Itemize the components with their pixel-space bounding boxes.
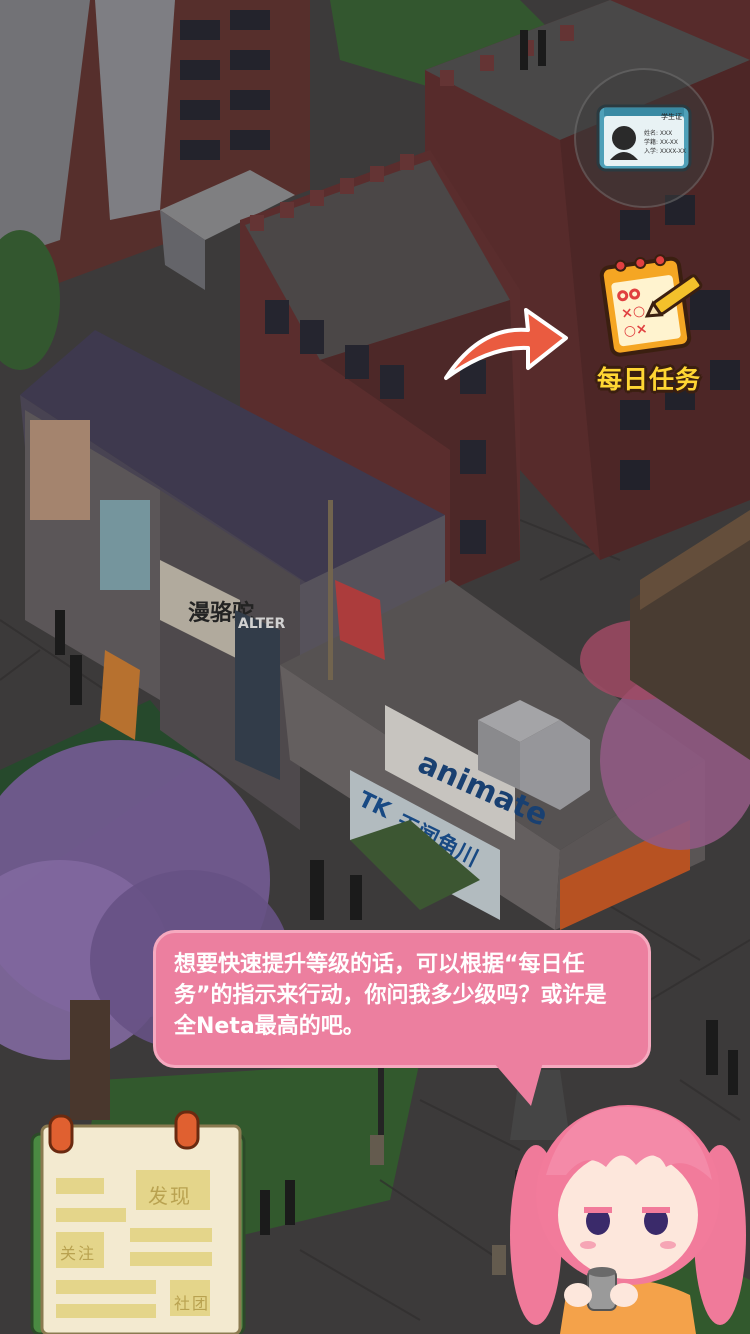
student-id-card-button[interactable]: 学生证 姓名: XXX 学籍: XX-XX 入学: XXXX-XX [574, 68, 714, 208]
daily-tasks-label: 每日任务 [596, 365, 701, 394]
guide-board-icon [30, 1110, 246, 1334]
guide-board-button[interactable]: 发现 关注 社团 [26, 1108, 252, 1334]
svg-text:○×: ○× [623, 321, 649, 340]
id-card-title: 学生证 [661, 113, 682, 121]
guide-board-label-club: 社团 [174, 1294, 211, 1313]
guide-board-label-discover: 发现 [148, 1184, 192, 1208]
daily-tasks-button[interactable]: ×○ ○× 每日任务 [584, 248, 714, 398]
guide-board-label-follow: 关注 [60, 1244, 97, 1263]
sign-alter: ALTER [238, 616, 286, 632]
tutorial-speech-bubble[interactable]: 想要快速提升等级的话，可以根据“每日任务”的指示来行动，你问我多少级吗？或许是全… [153, 930, 651, 1068]
pointer-arrow-icon [444, 308, 568, 380]
game-scene: 漫骆驼 ALTER animate TK 天闻角川 学生证 姓名: XXX 学籍… [0, 0, 750, 1334]
svg-text:×○: ×○ [620, 303, 646, 322]
id-card-line-2: 学籍: XX-XX [644, 139, 678, 146]
id-card-line-3: 入学: XXXX-XX [644, 148, 687, 155]
tutorial-speech-text: 想要快速提升等级的话，可以根据“每日任务”的指示来行动，你问我多少级吗？或许是全… [174, 952, 607, 1039]
daily-tasks-clipboard-icon: ×○ ○× [599, 254, 703, 357]
id-card-line-1: 姓名: XXX [644, 130, 673, 137]
guide-character-avatar [510, 1105, 746, 1334]
